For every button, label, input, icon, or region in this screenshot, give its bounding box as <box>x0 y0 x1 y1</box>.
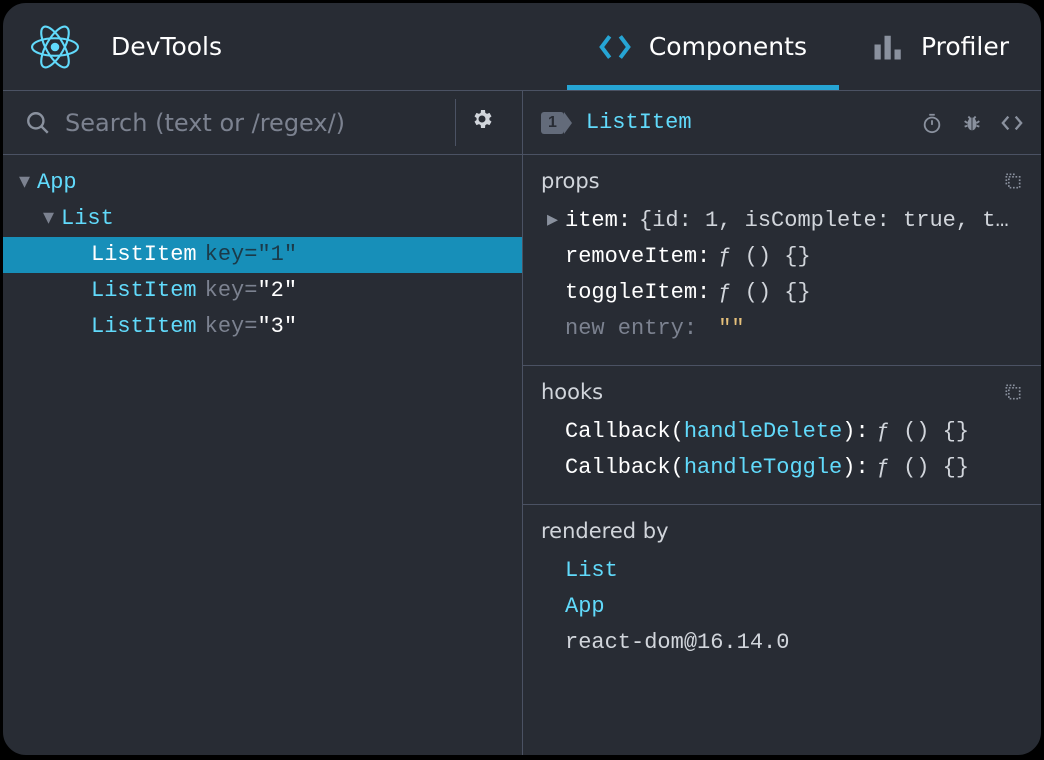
source-icon[interactable] <box>1001 112 1023 134</box>
tab-label: Components <box>649 32 807 61</box>
search-input[interactable] <box>65 109 445 137</box>
tree-row-listitem-2[interactable]: ListItem key="2" <box>3 273 522 309</box>
section-hooks: hooks Callback(handleDelete): ƒ () {} Ca… <box>523 366 1041 505</box>
section-title: rendered by <box>541 519 669 543</box>
prop-row-removeitem[interactable]: removeItem: ƒ () {} <box>541 239 1023 275</box>
react-logo-icon <box>31 23 79 71</box>
components-icon <box>599 31 631 63</box>
tree-row-listitem-1[interactable]: ListItem key="1" <box>3 237 522 273</box>
selected-component-name: ListItem <box>586 110 692 135</box>
tree-pane: ▾ App ▾ List ListItem key="1" ListItem k… <box>3 91 523 755</box>
detail-header: 1 ListItem <box>523 91 1041 155</box>
component-tree: ▾ App ▾ List ListItem key="1" ListItem k… <box>3 155 522 345</box>
tab-profiler[interactable]: Profiler <box>839 3 1041 90</box>
copy-icon[interactable] <box>1003 171 1023 191</box>
app-title: DevTools <box>111 32 222 61</box>
header: DevTools Components Profiler <box>3 3 1041 91</box>
prop-row-toggleitem[interactable]: toggleItem: ƒ () {} <box>541 275 1023 311</box>
search-icon <box>25 110 51 136</box>
prop-row-new-entry[interactable]: new entry: "" <box>541 311 1023 347</box>
search-bar <box>3 91 522 155</box>
settings-button[interactable] <box>455 99 508 146</box>
profiler-icon <box>871 31 903 63</box>
chevron-right-icon: ▸ <box>547 203 565 239</box>
hook-row-handledelete[interactable]: Callback(handleDelete): ƒ () {} <box>541 414 1023 450</box>
chevron-down-icon: ▾ <box>43 201 57 237</box>
rendered-by-app[interactable]: App <box>541 589 1023 625</box>
chevron-down-icon: ▾ <box>19 165 33 201</box>
key-badge: 1 <box>541 112 564 134</box>
section-rendered-by: rendered by List App react-dom@16.14.0 <box>523 505 1041 679</box>
tab-components[interactable]: Components <box>567 3 839 90</box>
section-title: props <box>541 169 600 193</box>
rendered-by-renderer: react-dom@16.14.0 <box>541 625 1023 661</box>
copy-icon[interactable] <box>1003 382 1023 402</box>
tree-row-app[interactable]: ▾ App <box>3 165 522 201</box>
gear-icon <box>470 107 494 131</box>
section-props: props ▸ item: {id: 1, isComplete: true, … <box>523 155 1041 366</box>
tab-label: Profiler <box>921 32 1009 61</box>
hook-row-handletoggle[interactable]: Callback(handleToggle): ƒ () {} <box>541 450 1023 486</box>
rendered-by-list[interactable]: List <box>541 553 1023 589</box>
tree-row-list[interactable]: ▾ List <box>3 201 522 237</box>
bug-icon[interactable] <box>961 112 983 134</box>
detail-pane: 1 ListItem props ▸ item: {id: 1, isCompl… <box>523 91 1041 755</box>
section-title: hooks <box>541 380 603 404</box>
stopwatch-icon[interactable] <box>921 112 943 134</box>
tree-row-listitem-3[interactable]: ListItem key="3" <box>3 309 522 345</box>
prop-row-item[interactable]: ▸ item: {id: 1, isComplete: true, t… <box>541 203 1023 239</box>
